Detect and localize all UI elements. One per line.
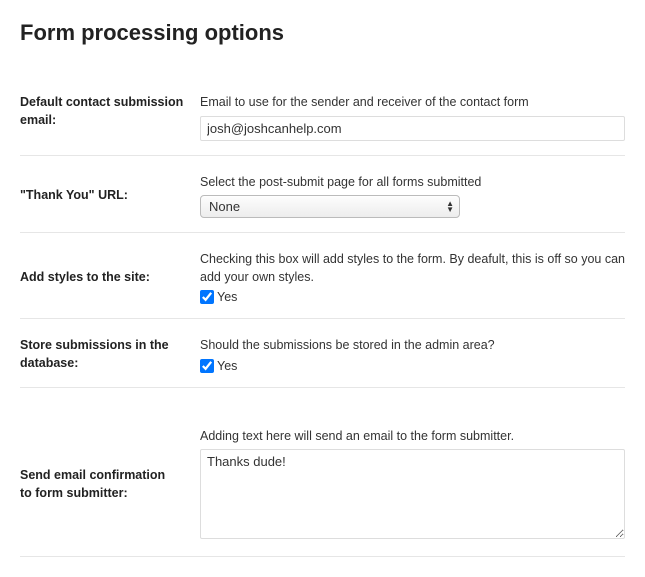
row-thankyou-url: "Thank You" URL: Select the post-submit … <box>20 156 625 234</box>
desc-email-confirmation: Adding text here will send an email to t… <box>200 428 625 446</box>
desc-thankyou-url: Select the post-submit page for all form… <box>200 174 625 192</box>
input-default-email[interactable] <box>200 116 625 141</box>
textarea-email-confirmation[interactable] <box>200 449 625 539</box>
row-add-styles: Add styles to the site: Checking this bo… <box>20 233 625 319</box>
checkbox-label-add-styles: Yes <box>217 290 237 304</box>
checkbox-add-styles[interactable] <box>200 290 214 304</box>
label-default-email: Default contact submission email: <box>20 94 200 129</box>
label-email-confirmation: Send email confirmation to form submitte… <box>20 467 200 502</box>
desc-store-submissions: Should the submissions be stored in the … <box>200 337 625 355</box>
row-default-email: Default contact submission email: Email … <box>20 76 625 156</box>
page-title: Form processing options <box>20 20 625 46</box>
label-store-submissions: Store submissions in the database: <box>20 337 200 372</box>
desc-add-styles: Checking this box will add styles to the… <box>200 251 625 286</box>
checkbox-label-store-submissions: Yes <box>217 359 237 373</box>
desc-default-email: Email to use for the sender and receiver… <box>200 94 625 112</box>
select-thankyou-url[interactable]: None <box>200 195 460 218</box>
label-add-styles: Add styles to the site: <box>20 269 200 287</box>
checkbox-store-submissions[interactable] <box>200 359 214 373</box>
label-thankyou-url: "Thank You" URL: <box>20 187 200 205</box>
row-email-confirmation: Send email confirmation to form submitte… <box>20 388 625 558</box>
row-store-submissions: Store submissions in the database: Shoul… <box>20 319 625 388</box>
